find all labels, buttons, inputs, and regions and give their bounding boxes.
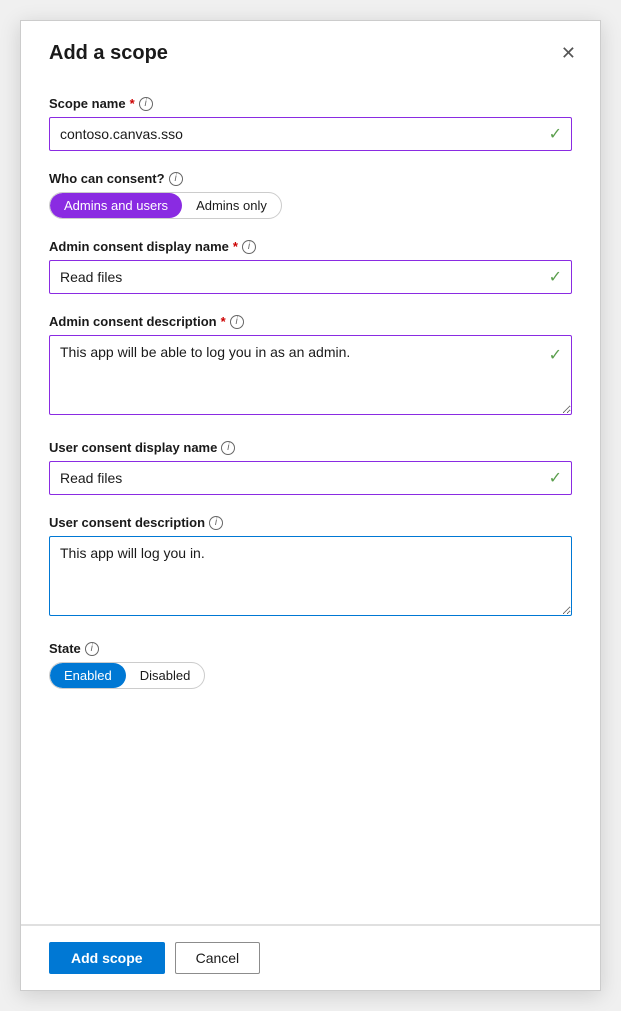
cancel-button[interactable]: Cancel xyxy=(175,942,261,974)
state-label: State i xyxy=(49,641,572,656)
user-consent-description-input[interactable] xyxy=(49,536,572,616)
admins-only-toggle[interactable]: Admins only xyxy=(182,193,281,218)
required-star-admin-desc: * xyxy=(221,314,226,329)
user-consent-display-name-wrapper: ✓ xyxy=(49,461,572,495)
user-consent-description-label: User consent description i xyxy=(49,515,572,530)
admin-consent-description-label: Admin consent description * i xyxy=(49,314,572,329)
who-can-consent-info-icon[interactable]: i xyxy=(169,172,183,186)
admin-consent-description-info-icon[interactable]: i xyxy=(230,315,244,329)
dialog-header: Add a scope ✕ xyxy=(21,21,600,80)
user-consent-display-name-checkmark: ✓ xyxy=(549,468,562,488)
scope-name-label: Scope name * i xyxy=(49,96,572,111)
who-can-consent-toggle: Admins and users Admins only xyxy=(49,192,282,219)
admin-consent-display-name-wrapper: ✓ xyxy=(49,260,572,294)
scope-name-input-wrapper: ✓ xyxy=(49,117,572,151)
admin-consent-display-name-label: Admin consent display name * i xyxy=(49,239,572,254)
scope-name-group: Scope name * i ✓ xyxy=(49,96,572,151)
add-scope-dialog: Add a scope ✕ Scope name * i ✓ Who can c… xyxy=(20,20,601,991)
add-scope-button[interactable]: Add scope xyxy=(49,942,165,974)
dialog-footer: Add scope Cancel xyxy=(21,925,600,990)
disabled-toggle[interactable]: Disabled xyxy=(126,663,205,688)
state-group: State i Enabled Disabled xyxy=(49,641,572,689)
user-consent-display-name-group: User consent display name i ✓ xyxy=(49,440,572,495)
spacer xyxy=(21,827,600,925)
required-star: * xyxy=(130,96,135,111)
admins-and-users-toggle[interactable]: Admins and users xyxy=(50,193,182,218)
admin-consent-description-checkmark: ✓ xyxy=(549,345,562,365)
required-star-admin-display: * xyxy=(233,239,238,254)
admin-consent-display-name-input[interactable] xyxy=(49,260,572,294)
who-can-consent-label: Who can consent? i xyxy=(49,171,572,186)
state-toggle: Enabled Disabled xyxy=(49,662,205,689)
user-consent-description-group: User consent description i xyxy=(49,515,572,621)
admin-consent-description-input[interactable] xyxy=(49,335,572,415)
user-consent-display-name-input[interactable] xyxy=(49,461,572,495)
enabled-toggle[interactable]: Enabled xyxy=(50,663,126,688)
close-button[interactable]: ✕ xyxy=(557,39,580,68)
scope-name-info-icon[interactable]: i xyxy=(139,97,153,111)
user-consent-display-name-info-icon[interactable]: i xyxy=(221,441,235,455)
user-consent-description-info-icon[interactable]: i xyxy=(209,516,223,530)
admin-consent-display-name-info-icon[interactable]: i xyxy=(242,240,256,254)
user-consent-description-wrapper xyxy=(49,536,572,621)
admin-consent-description-group: Admin consent description * i ✓ xyxy=(49,314,572,420)
dialog-title: Add a scope xyxy=(49,42,168,65)
scope-name-input[interactable] xyxy=(49,117,572,151)
admin-consent-display-name-checkmark: ✓ xyxy=(549,267,562,287)
admin-consent-description-wrapper: ✓ xyxy=(49,335,572,420)
dialog-body: Scope name * i ✓ Who can consent? i Admi… xyxy=(21,80,600,827)
admin-consent-display-name-group: Admin consent display name * i ✓ xyxy=(49,239,572,294)
state-info-icon[interactable]: i xyxy=(85,642,99,656)
scope-name-checkmark: ✓ xyxy=(549,124,562,144)
who-can-consent-group: Who can consent? i Admins and users Admi… xyxy=(49,171,572,219)
user-consent-display-name-label: User consent display name i xyxy=(49,440,572,455)
